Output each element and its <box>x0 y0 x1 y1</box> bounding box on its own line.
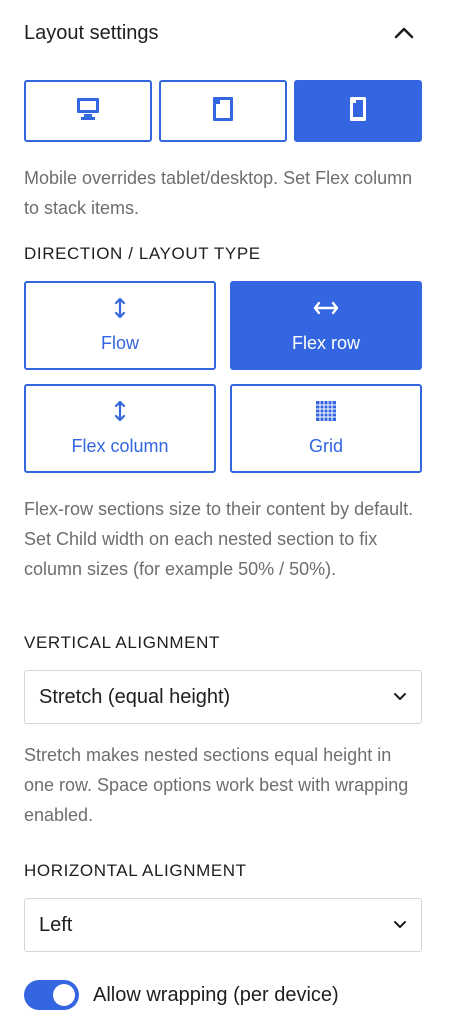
direction-help-text: Flex-row sections size to their content … <box>24 499 414 579</box>
direction-label: DIRECTION / LAYOUT TYPE <box>24 244 261 263</box>
layout-grid-label: Grid <box>308 436 343 456</box>
grid-icon <box>315 400 337 422</box>
vertical-arrows-icon <box>113 400 127 422</box>
vertical-alignment-help-text: Stretch makes nested sections equal heig… <box>24 745 409 825</box>
layout-flex-column-button[interactable]: Flex column <box>24 384 216 473</box>
wrapping-toggle-label: Allow wrapping (per device) <box>93 983 339 1006</box>
desktop-device-button[interactable] <box>24 80 152 142</box>
chevron-up-icon[interactable] <box>392 21 416 45</box>
tablet-device-button[interactable] <box>159 80 287 142</box>
horizontal-alignment-label: HORIZONTAL ALIGNMENT <box>24 861 247 880</box>
wrapping-toggle-row: Allow wrapping (per device) <box>24 978 339 1012</box>
desktop-icon <box>75 96 101 127</box>
chevron-down-icon <box>393 688 407 706</box>
layout-flex-row-label: Flex row <box>291 333 360 353</box>
layout-grid-button[interactable]: Grid <box>230 384 422 473</box>
layout-flow-label: Flow <box>100 333 139 353</box>
mobile-device-button[interactable] <box>294 80 422 142</box>
layout-type-options: Flow Flex row Flex column Grid <box>24 281 422 473</box>
panel-title: Layout settings <box>24 21 159 44</box>
horizontal-arrows-icon <box>313 297 339 319</box>
vertical-alignment-select[interactable]: Stretch (equal height) <box>24 670 422 724</box>
layout-flow-button[interactable]: Flow <box>24 281 216 370</box>
vertical-alignment-label: VERTICAL ALIGNMENT <box>24 633 220 652</box>
wrapping-toggle[interactable] <box>24 980 79 1010</box>
toggle-knob <box>53 984 75 1006</box>
device-help-text: Mobile overrides tablet/desktop. Set Fle… <box>24 168 413 218</box>
horizontal-alignment-select[interactable]: Left <box>24 898 422 952</box>
mobile-icon <box>349 96 367 127</box>
tablet-icon <box>211 96 235 127</box>
layout-flex-row-button[interactable]: Flex row <box>230 281 422 370</box>
layout-flex-column-label: Flex column <box>71 436 169 456</box>
panel-header[interactable]: Layout settings <box>24 18 416 48</box>
chevron-down-icon <box>393 916 407 934</box>
vertical-arrows-icon <box>113 297 127 319</box>
vertical-alignment-value: Stretch (equal height) <box>39 685 231 708</box>
horizontal-alignment-value: Left <box>39 913 73 936</box>
device-switcher <box>24 80 422 142</box>
